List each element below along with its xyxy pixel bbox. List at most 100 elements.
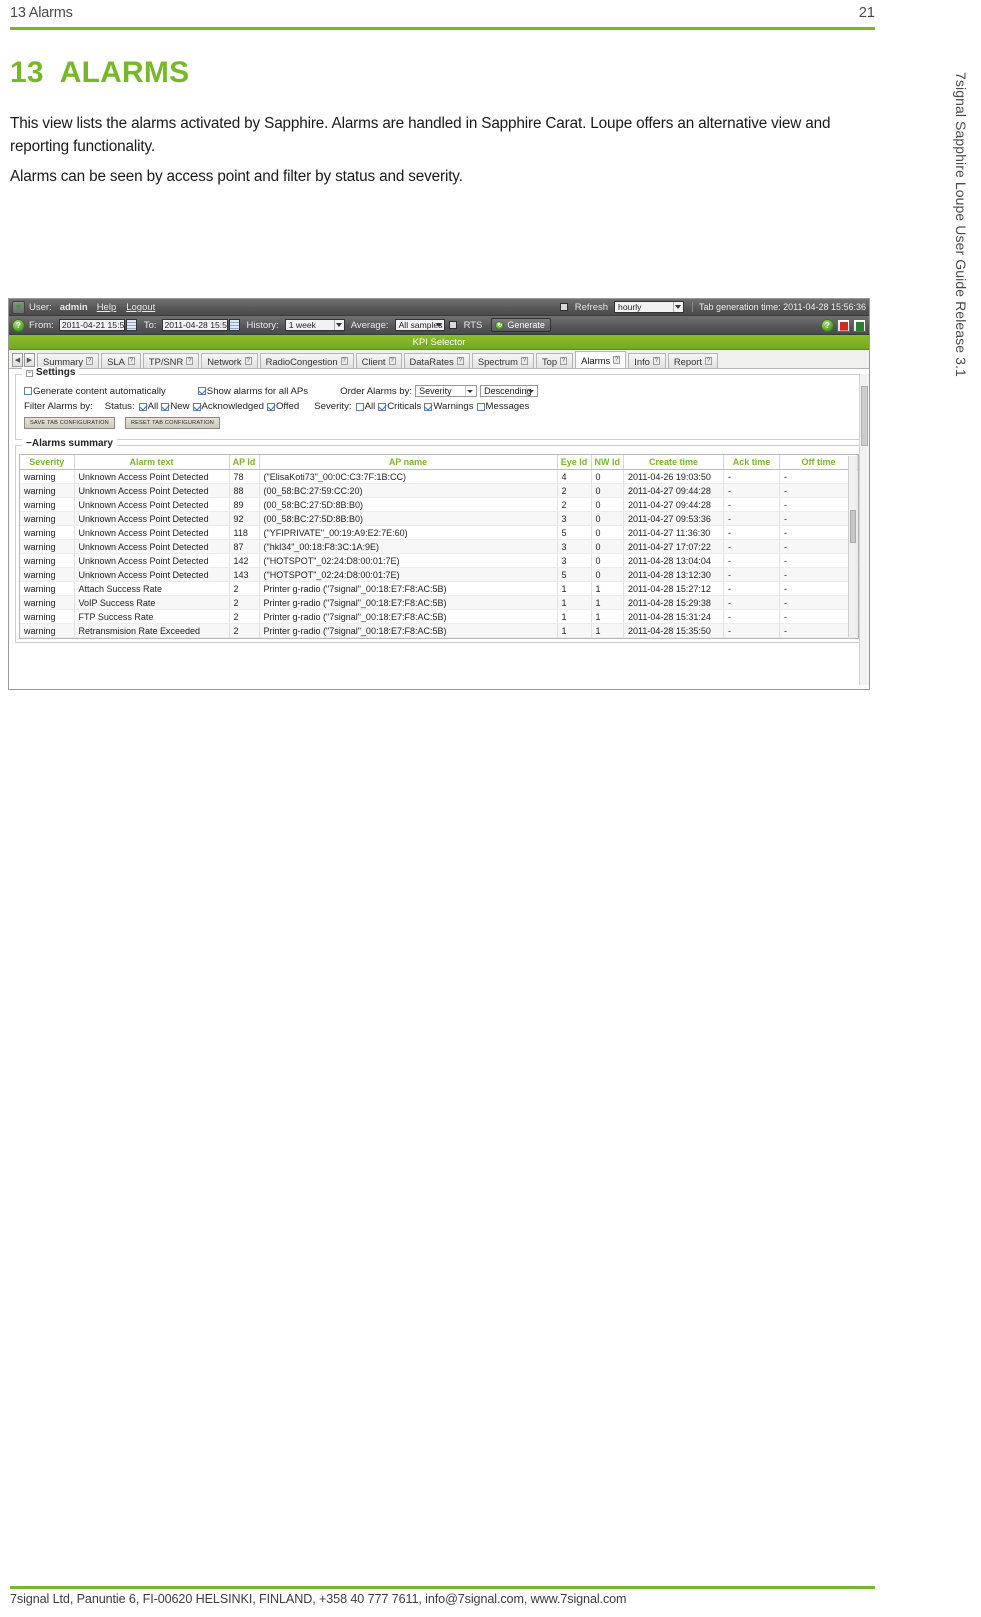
table-row[interactable]: warning Unknown Access Point Detected 88 (0… — [20, 483, 858, 498]
tab-alarms[interactable]: Alarms? — [575, 351, 627, 368]
tab-help-icon[interactable]: ? — [127, 357, 135, 365]
tab-help-icon[interactable]: ? — [186, 357, 194, 365]
table-row[interactable]: warning Retransmision Rate Exceeded 2 Print… — [20, 623, 858, 638]
to-calendar-icon[interactable] — [228, 319, 240, 331]
table-row[interactable]: warning Unknown Access Point Detected 87 ("… — [20, 539, 858, 554]
table-row[interactable]: warning Unknown Access Point Detected 118(… — [20, 525, 858, 540]
tab-info[interactable]: Info? — [628, 353, 666, 368]
collapse-icon[interactable]: − — [26, 370, 33, 377]
to-date-input[interactable]: 2011-04-28 15:56:3 — [161, 319, 228, 331]
from-date-input[interactable]: 2011-04-21 15:56:3 — [58, 319, 125, 331]
cell-off-time: - — [779, 553, 858, 568]
average-select[interactable]: All samples — [394, 319, 445, 331]
help-link[interactable]: Help — [97, 302, 117, 313]
status-checkbox-all[interactable] — [138, 402, 147, 411]
table-row[interactable]: warning Unknown Access Point Detected 142(… — [20, 553, 858, 568]
cell-nw-id: 1 — [591, 623, 624, 638]
status-checkbox-new[interactable] — [161, 402, 170, 411]
severity-all[interactable]: All — [355, 401, 375, 412]
generate-button[interactable]: ↻ Generate — [491, 318, 551, 332]
column-header-eye-id[interactable]: Eye Id — [557, 455, 592, 470]
tab-scroll-left-icon[interactable]: ◀ — [12, 353, 23, 367]
tab-sla[interactable]: SLA? — [101, 353, 141, 368]
tab-network[interactable]: Network? — [201, 353, 258, 368]
settings-legend[interactable]: − Settings — [22, 367, 80, 378]
column-header-nw-id[interactable]: NW Id — [591, 455, 624, 470]
table-vertical-scrollbar[interactable] — [848, 456, 857, 637]
panel-scrollbar-thumb[interactable] — [861, 386, 868, 446]
generate-auto-checkbox-group[interactable]: Generate content automatically — [24, 386, 166, 397]
severity-messages[interactable]: Messages — [476, 401, 529, 412]
tab-help-icon[interactable]: ? — [388, 357, 396, 365]
show-all-aps-checkbox-group[interactable]: Show alarms for all APs — [197, 386, 308, 397]
status-acknowledged[interactable]: Acknowledged — [192, 401, 264, 412]
severity-warnings[interactable]: Warnings — [424, 401, 474, 412]
table-row[interactable]: warning Unknown Access Point Detected 143(… — [20, 567, 858, 582]
column-header-ack-time[interactable]: Ack time — [723, 455, 780, 470]
severity-checkbox-all[interactable] — [355, 402, 364, 411]
tab-report[interactable]: Report? — [667, 353, 719, 368]
severity-criticals[interactable]: Criticals — [378, 401, 421, 412]
column-header-severity[interactable]: Severity — [20, 455, 75, 470]
show-all-aps-checkbox[interactable] — [197, 387, 206, 395]
order-alarms-by-select[interactable]: Severity — [415, 385, 478, 397]
tab-help-icon[interactable]: ? — [520, 357, 528, 365]
table-scrollbar-thumb[interactable] — [850, 510, 856, 543]
table-row[interactable]: warning Attach Success Rate 2 Printer g-rad… — [20, 581, 858, 596]
export-pdf-icon[interactable] — [837, 318, 850, 332]
tab-help-icon[interactable]: ? — [560, 357, 568, 365]
help-circle-icon[interactable]: ? — [821, 318, 834, 332]
tab-help-icon[interactable]: ? — [456, 357, 464, 365]
alarms-summary-legend[interactable]: −Alarms summary — [22, 438, 117, 449]
cell-ap-id: 142 — [229, 553, 260, 568]
tab-tp-snr[interactable]: TP/SNR? — [142, 353, 200, 368]
history-select[interactable]: 1 week — [284, 319, 345, 331]
severity-checkbox-warnings[interactable] — [424, 402, 433, 411]
save-tab-configuration-button[interactable]: SAVE TAB CONFIGURATION — [24, 417, 115, 429]
tab-scroll-right-icon[interactable]: ▶ — [24, 353, 35, 367]
tab-help-icon[interactable]: ? — [613, 356, 621, 364]
tab-help-icon[interactable]: ? — [340, 357, 348, 365]
reset-tab-configuration-button[interactable]: RESET TAB CONFIGURATION — [124, 417, 221, 429]
info-icon[interactable]: ? — [12, 318, 25, 332]
severity-checkbox-messages[interactable] — [476, 402, 485, 411]
refresh-interval-select[interactable]: hourly — [614, 301, 685, 313]
export-excel-icon[interactable] — [853, 318, 866, 332]
status-checkbox-offed[interactable] — [266, 402, 275, 411]
tab-radiocongestion[interactable]: RadioCongestion? — [259, 353, 354, 368]
tab-top[interactable]: Top? — [535, 353, 574, 368]
tab-help-icon[interactable]: ? — [86, 357, 94, 365]
status-offed[interactable]: Offed — [266, 401, 299, 412]
home-icon[interactable]: ▼ — [12, 300, 25, 314]
table-row[interactable]: warning Unknown Access Point Detected 89 (0… — [20, 497, 858, 512]
column-header-create-time[interactable]: Create time — [623, 455, 724, 470]
table-row[interactable]: warning Unknown Access Point Detected 78 ("… — [20, 469, 858, 484]
tab-spectrum[interactable]: Spectrum? — [471, 353, 534, 368]
tab-datarates[interactable]: DataRates? — [403, 353, 470, 368]
column-header-alarm-text[interactable]: Alarm text — [74, 455, 230, 470]
cell-ap-name: ("YFIPRIVATE"_00:19:A9:E2:7E:60) — [259, 525, 558, 540]
generate-auto-checkbox[interactable] — [24, 387, 32, 395]
from-calendar-icon[interactable] — [125, 319, 137, 331]
column-header-ap-name[interactable]: AP name — [259, 455, 558, 470]
status-checkbox-acknowledged[interactable] — [192, 402, 201, 411]
refresh-checkbox[interactable] — [559, 303, 568, 311]
status-new[interactable]: New — [161, 401, 190, 412]
column-header-off-time[interactable]: Off time — [779, 455, 858, 470]
severity-checkbox-criticals[interactable] — [378, 402, 387, 411]
status-all[interactable]: All — [138, 401, 158, 412]
table-row[interactable]: warning VoIP Success Rate 2 Printer g-radio… — [20, 595, 858, 610]
panel-vertical-scrollbar[interactable] — [859, 374, 869, 685]
order-direction-select[interactable]: Descending — [480, 385, 539, 397]
rts-checkbox[interactable] — [448, 321, 457, 329]
logout-link[interactable]: Logout — [126, 302, 155, 313]
column-header-ap-id[interactable]: AP Id — [229, 455, 260, 470]
table-row[interactable]: warning Unknown Access Point Detected 92 (0… — [20, 511, 858, 526]
tab-help-icon[interactable]: ? — [652, 357, 660, 365]
tab-help-icon[interactable]: ? — [705, 357, 713, 365]
table-row[interactable]: warning FTP Success Rate 2 Printer g-radio … — [20, 609, 858, 624]
tab-client[interactable]: Client? — [355, 353, 402, 368]
cell-create-time: 2011-04-28 13:12:30 — [623, 567, 724, 582]
tab-summary[interactable]: Summary? — [37, 353, 100, 368]
tab-help-icon[interactable]: ? — [244, 357, 252, 365]
